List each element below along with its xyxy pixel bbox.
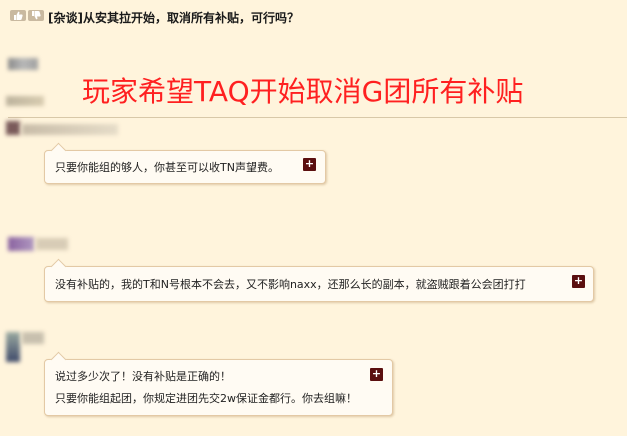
bubble-tail: [50, 142, 67, 159]
username: [22, 332, 44, 344]
headline-overlay: 玩家希望TAQ开始取消G团所有补贴: [82, 75, 524, 108]
thread-header: [杂谈]从安其拉开始，取消所有补贴，可行吗？: [0, 0, 627, 28]
reply-text: 没有补贴的，我的T和N号根本不会去，又不影响naxx，还那么长的副本，就盗贼跟着…: [55, 278, 526, 291]
reply-text: 只要你能组起团，你规定进团先交2w保证金都行。你去组嘛！: [55, 392, 357, 405]
reply-text: 只要你能组的够人，你甚至可以收TN声望费。: [55, 161, 279, 174]
avatar: [6, 332, 20, 362]
avatar: [6, 121, 20, 135]
thumbs-up-icon[interactable]: [10, 10, 26, 21]
thumbs-down-icon[interactable]: [28, 10, 44, 21]
reply-bubble: 只要你能组的够人，你甚至可以收TN声望费。 +: [44, 142, 326, 184]
avatar: [8, 237, 34, 251]
username: [36, 238, 68, 250]
bubble-tail: [50, 258, 67, 275]
reply-bubble: 说过多少次了！没有补贴是正确的！ 只要你能组起团，你规定进团先交2w保证金都行。…: [44, 351, 393, 416]
plus-icon[interactable]: +: [303, 158, 316, 171]
plus-icon[interactable]: +: [572, 275, 585, 288]
reply-bubble: 没有补贴的，我的T和N号根本不会去，又不影响naxx，还那么长的副本，就盗贼跟着…: [44, 258, 594, 302]
divider: [8, 117, 627, 118]
thread-title[interactable]: [杂谈]从安其拉开始，取消所有补贴，可行吗？: [48, 9, 299, 26]
plus-icon[interactable]: +: [370, 368, 383, 381]
reply-text: 说过多少次了！没有补贴是正确的！: [55, 370, 231, 383]
avatar: [8, 58, 38, 70]
bubble-tail: [50, 351, 67, 368]
username: [22, 124, 118, 135]
avatar: [6, 96, 44, 106]
